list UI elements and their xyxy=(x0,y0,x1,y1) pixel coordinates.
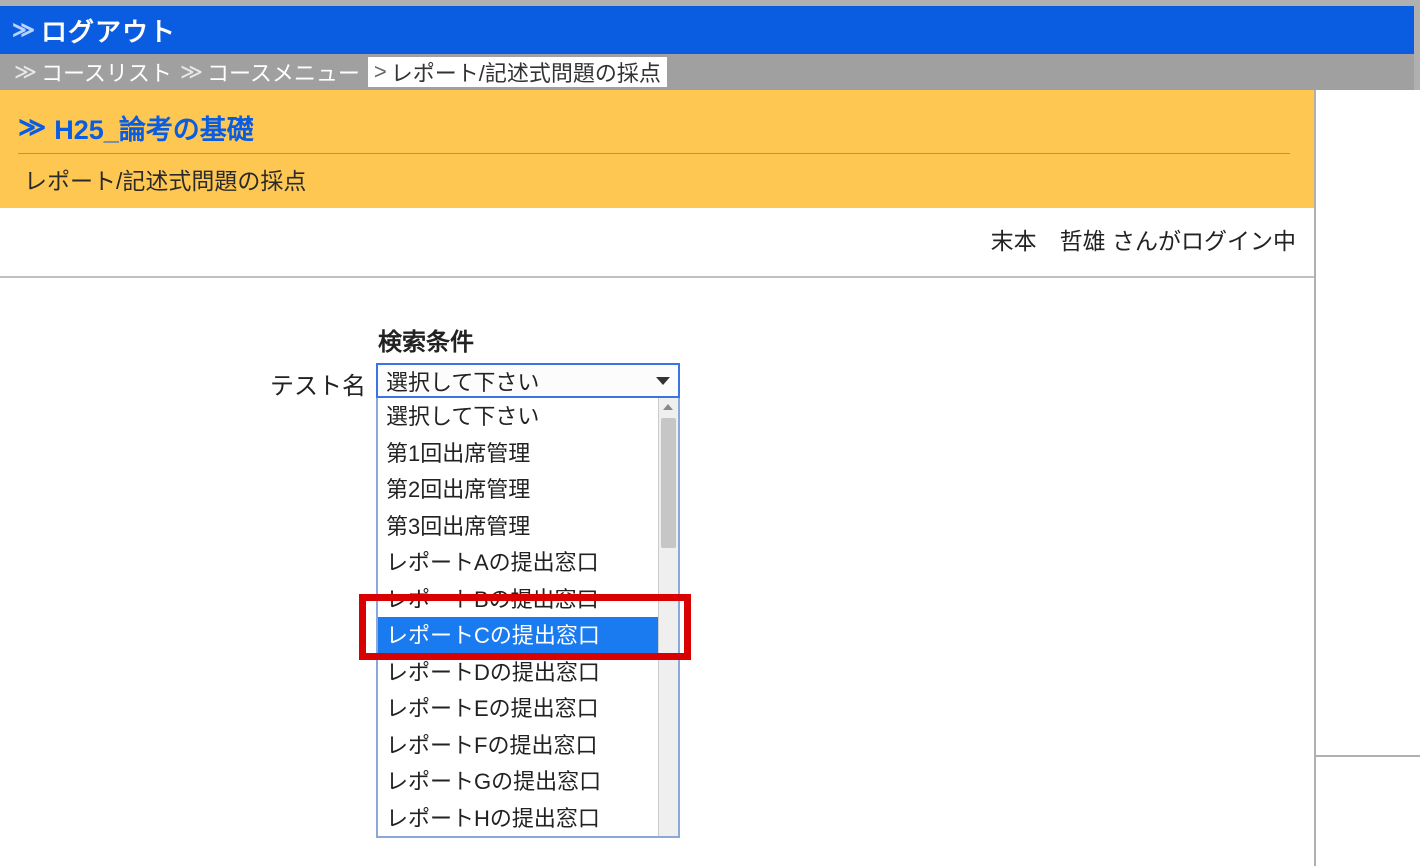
select-option[interactable]: レポートBの提出窓口 xyxy=(378,581,658,618)
select-option[interactable]: レポートAの提出窓口 xyxy=(378,544,658,581)
breadcrumb-item-grading: > レポート/記述式問題の採点 xyxy=(368,57,667,87)
course-title-row: ≫ H25_論考の基礎 xyxy=(18,108,1290,154)
main-area: ≫ H25_論考の基礎 レポート/記述式問題の採点 末本 哲雄 さんがログイン中… xyxy=(0,90,1420,866)
dbl-angle-icon: ≫ xyxy=(12,17,35,43)
content: ≫ H25_論考の基礎 レポート/記述式問題の採点 末本 哲雄 さんがログイン中… xyxy=(0,90,1314,866)
dbl-angle-icon: ≫ xyxy=(14,59,37,85)
right-rail xyxy=(1314,90,1420,866)
select-selected-value: 選択して下さい xyxy=(386,365,539,397)
select-option[interactable]: 第2回出席管理 xyxy=(378,471,658,508)
select-option[interactable]: レポートGの提出窓口 xyxy=(378,763,658,800)
breadcrumb-item-course-list[interactable]: ≫ コースリスト xyxy=(14,56,172,88)
topbar: ≫ ログアウト xyxy=(0,6,1420,54)
select-option[interactable]: 第3回出席管理 xyxy=(378,508,658,545)
breadcrumb: ≫ コースリスト ≫ コースメニュー > レポート/記述式問題の採点 xyxy=(0,54,1420,90)
search-label-testname: テスト名 xyxy=(270,363,366,401)
select-option[interactable]: 選択して下さい xyxy=(378,398,658,435)
dropdown-scrollbar[interactable] xyxy=(658,398,678,836)
breadcrumb-label: レポート/記述式問題の採点 xyxy=(391,56,661,88)
search-area: 検索条件 テスト名 選択して下さい 選択して下さい 第1回出席管理 第2回出席管… xyxy=(0,278,1314,401)
dbl-angle-icon: ≫ xyxy=(18,112,46,143)
breadcrumb-label: コースリスト xyxy=(41,56,172,88)
select-option[interactable]: 第1回出席管理 xyxy=(378,435,658,472)
select-option[interactable]: レポートCの提出窓口 xyxy=(378,617,658,654)
scroll-thumb[interactable] xyxy=(661,418,676,548)
breadcrumb-item-course-menu[interactable]: ≫ コースメニュー xyxy=(180,56,360,88)
angle-right-icon: > xyxy=(374,59,387,85)
select-display[interactable]: 選択して下さい xyxy=(376,363,680,398)
select-option[interactable]: レポートHの提出窓口 xyxy=(378,800,658,837)
select-dropdown: 選択して下さい 第1回出席管理 第2回出席管理 第3回出席管理 レポートAの提出… xyxy=(376,398,680,838)
dropdown-options: 選択して下さい 第1回出席管理 第2回出席管理 第3回出席管理 レポートAの提出… xyxy=(378,398,658,836)
select-option[interactable]: レポートEの提出窓口 xyxy=(378,690,658,727)
course-subtitle: レポート/記述式問題の採点 xyxy=(18,154,1290,198)
course-title: H25_論考の基礎 xyxy=(54,108,254,147)
search-row: テスト名 選択して下さい 選択して下さい 第1回出席管理 第2回出席管理 第3回… xyxy=(270,363,1314,401)
search-heading: 検索条件 xyxy=(378,322,1314,357)
chevron-down-icon xyxy=(656,377,670,385)
breadcrumb-label: コースメニュー xyxy=(207,56,360,88)
scroll-up-icon xyxy=(663,404,673,410)
login-status: 末本 哲雄 さんがログイン中 xyxy=(0,208,1314,278)
dbl-angle-icon: ≫ xyxy=(180,59,203,85)
testname-select[interactable]: 選択して下さい 選択して下さい 第1回出席管理 第2回出席管理 第3回出席管理 … xyxy=(376,363,680,398)
select-option[interactable]: レポートFの提出窓口 xyxy=(378,727,658,764)
select-option[interactable]: レポートDの提出窓口 xyxy=(378,654,658,691)
logout-link[interactable]: ログアウト xyxy=(41,12,176,49)
course-header: ≫ H25_論考の基礎 レポート/記述式問題の採点 xyxy=(0,90,1314,208)
